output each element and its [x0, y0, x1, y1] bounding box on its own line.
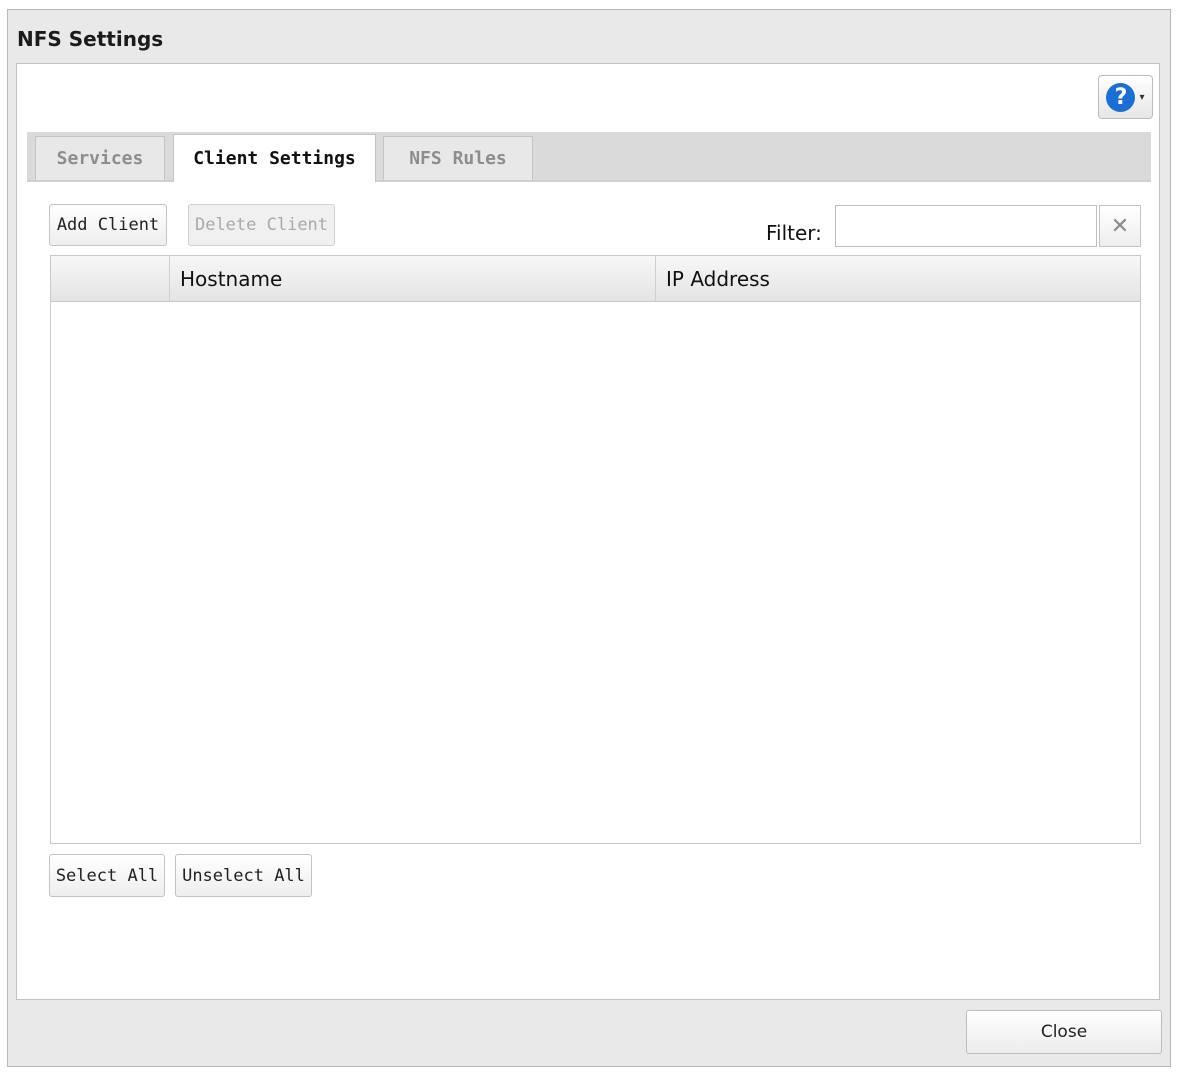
- nfs-settings-dialog: NFS Settings ? ▾ Services Client Setting…: [7, 9, 1171, 1067]
- close-icon: ✕: [1110, 213, 1130, 239]
- clients-table: Hostname IP Address: [50, 255, 1141, 844]
- select-all-button[interactable]: Select All: [49, 854, 165, 897]
- tab-nfs-rules[interactable]: NFS Rules: [383, 136, 533, 180]
- close-button[interactable]: Close: [966, 1010, 1162, 1054]
- dialog-title: NFS Settings: [17, 27, 164, 51]
- hostname-column-header[interactable]: Hostname: [170, 256, 656, 301]
- delete-client-button[interactable]: Delete Client: [188, 204, 335, 246]
- tab-services[interactable]: Services: [35, 136, 165, 180]
- select-column-header[interactable]: [51, 256, 170, 301]
- table-header: Hostname IP Address: [51, 256, 1140, 302]
- filter-label: Filter:: [766, 221, 822, 245]
- help-button[interactable]: ? ▾: [1098, 75, 1153, 119]
- unselect-all-button[interactable]: Unselect All: [175, 854, 312, 897]
- caret-down-icon: ▾: [1139, 91, 1145, 103]
- clear-filter-button[interactable]: ✕: [1099, 205, 1141, 247]
- content-panel: ? ▾ Services Client Settings NFS Rules A…: [16, 63, 1160, 1000]
- add-client-button[interactable]: Add Client: [49, 204, 167, 246]
- ip-address-column-header[interactable]: IP Address: [656, 256, 1140, 301]
- table-body: [51, 302, 1140, 843]
- filter-input[interactable]: [835, 205, 1097, 247]
- tab-strip: Services Client Settings NFS Rules: [27, 132, 1151, 182]
- tab-client-settings[interactable]: Client Settings: [173, 134, 376, 182]
- help-icon: ?: [1106, 82, 1136, 112]
